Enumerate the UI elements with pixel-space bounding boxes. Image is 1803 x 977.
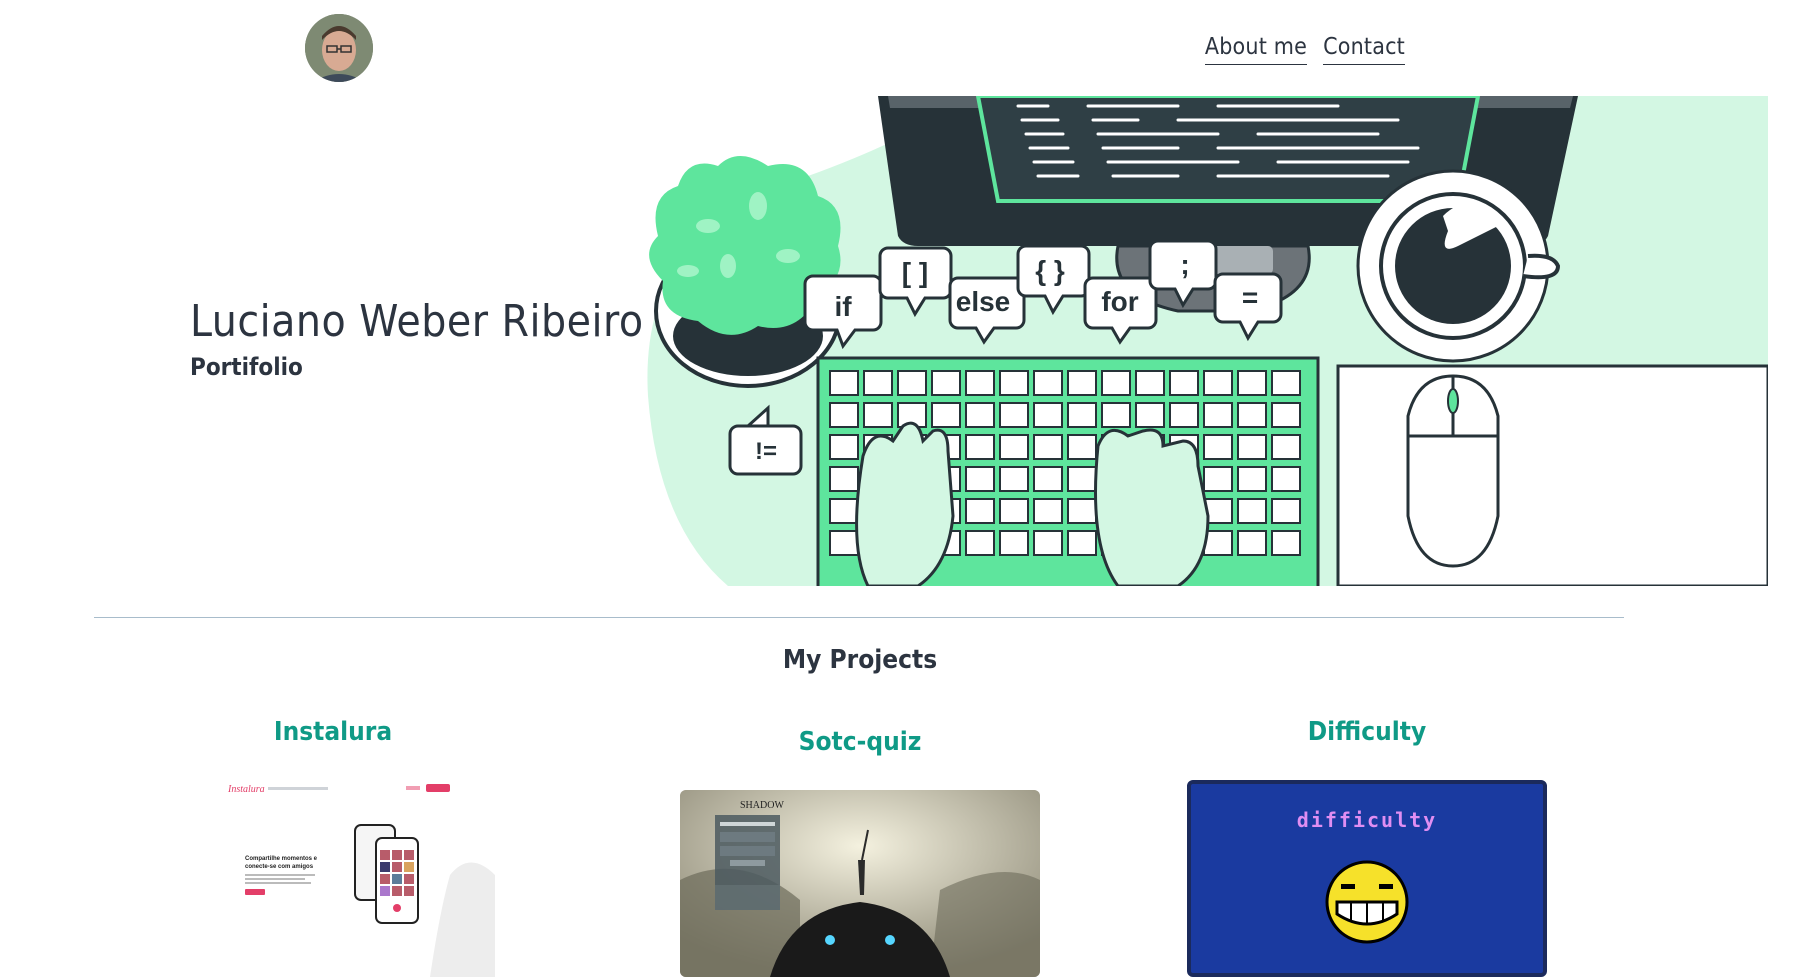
keyboard-key	[1135, 370, 1165, 396]
keyboard-key	[999, 370, 1029, 396]
keyboard-key	[1237, 402, 1267, 428]
svg-text:Instalura: Instalura	[227, 784, 265, 795]
keyboard-key	[999, 498, 1029, 524]
keyboard-key	[1033, 466, 1063, 492]
svg-text:SHADOW: SHADOW	[740, 800, 784, 811]
keyboard-key	[1033, 498, 1063, 524]
keyboard-key	[1203, 402, 1233, 428]
keyboard-key	[829, 530, 859, 556]
keyboard-key	[1135, 402, 1165, 428]
keyboard-key	[931, 402, 961, 428]
keyboard-key	[897, 370, 927, 396]
svg-text:[ ]: [ ]	[902, 257, 928, 288]
keyboard-key	[829, 466, 859, 492]
keyboard-key	[965, 466, 995, 492]
section-divider	[94, 617, 1624, 618]
svg-text:;: ;	[1180, 249, 1189, 280]
hero-illustration: if [ ] else { } for ; = !=	[618, 96, 1768, 586]
keyboard-key	[863, 402, 893, 428]
keyboard-key	[1271, 466, 1301, 492]
keyboard-key	[1033, 402, 1063, 428]
projects-heading: My Projects	[782, 645, 938, 675]
keyboard-key	[1203, 434, 1233, 460]
keyboard-key	[931, 370, 961, 396]
keyboard-key	[829, 498, 859, 524]
keyboard-key	[1271, 370, 1301, 396]
project-title-instalura[interactable]: Instalura	[153, 717, 513, 747]
keyboard-key	[829, 434, 859, 460]
project-thumb-instalura[interactable]: Instalura Compartilhe momentos e conecte…	[220, 780, 520, 977]
keyboard-key	[1033, 530, 1063, 556]
keyboard-key	[1271, 402, 1301, 428]
keyboard-key	[965, 370, 995, 396]
keyboard-key	[999, 402, 1029, 428]
keyboard-key	[1237, 370, 1267, 396]
keyboard-key	[999, 434, 1029, 460]
keyboard-key	[965, 402, 995, 428]
page-subtitle: Portifolio	[190, 353, 303, 381]
project-title-difficulty[interactable]: Difficulty	[1187, 717, 1547, 747]
keyboard-key	[1033, 370, 1063, 396]
project-thumb-difficulty[interactable]: difficulty	[1187, 780, 1547, 977]
page-title: Luciano Weber Ribeiro	[190, 296, 644, 347]
keyboard-key	[1101, 370, 1131, 396]
svg-text:{ }: { }	[1035, 255, 1065, 286]
project-thumb-sotc-quiz[interactable]: SHADOW	[680, 790, 1040, 977]
svg-text:for: for	[1101, 286, 1138, 317]
keyboard-key	[999, 530, 1029, 556]
keyboard-key	[965, 498, 995, 524]
svg-text:conecte-se com amigos: conecte-se com amigos	[245, 864, 314, 870]
keyboard-key	[965, 530, 995, 556]
keyboard-key	[1237, 498, 1267, 524]
keyboard-key	[863, 370, 893, 396]
keyboard-key	[1271, 530, 1301, 556]
keyboard-key	[999, 466, 1029, 492]
keyboard-key	[1237, 466, 1267, 492]
keyboard-key	[1101, 402, 1131, 428]
keyboard-key	[1203, 370, 1233, 396]
keyboard-key	[1271, 498, 1301, 524]
top-nav: About me Contact	[1204, 34, 1405, 65]
avatar	[305, 14, 373, 82]
keyboard-key	[965, 434, 995, 460]
svg-text:Compartilhe momentos e: Compartilhe momentos e	[245, 856, 318, 862]
keyboard-key	[1067, 370, 1097, 396]
svg-text:=: =	[1242, 282, 1258, 313]
hero-text: Luciano Weber Ribeiro Portifolio	[190, 296, 644, 381]
keyboard-key	[1237, 434, 1267, 460]
svg-text:else: else	[956, 286, 1011, 317]
keyboard-key	[1067, 498, 1097, 524]
keyboard-key	[829, 402, 859, 428]
keyboard-key	[1271, 434, 1301, 460]
svg-text:if: if	[834, 291, 852, 322]
nav-about-link[interactable]: About me	[1204, 34, 1308, 65]
nav-contact-link[interactable]: Contact	[1323, 34, 1405, 65]
project-title-sotc-quiz[interactable]: Sotc-quiz	[680, 727, 1040, 757]
keyboard-key	[1237, 530, 1267, 556]
keyboard-key	[1067, 402, 1097, 428]
keyboard-key	[829, 370, 859, 396]
keyboard-key	[1203, 466, 1233, 492]
keyboard-key	[1169, 370, 1199, 396]
keyboard-key	[1033, 434, 1063, 460]
svg-text:difficulty: difficulty	[1297, 808, 1437, 832]
keyboard-key	[1169, 402, 1199, 428]
svg-text:!=: !=	[755, 438, 777, 465]
keyboard-key	[1067, 530, 1097, 556]
keyboard-key	[1067, 466, 1097, 492]
keyboard-key	[1067, 434, 1097, 460]
